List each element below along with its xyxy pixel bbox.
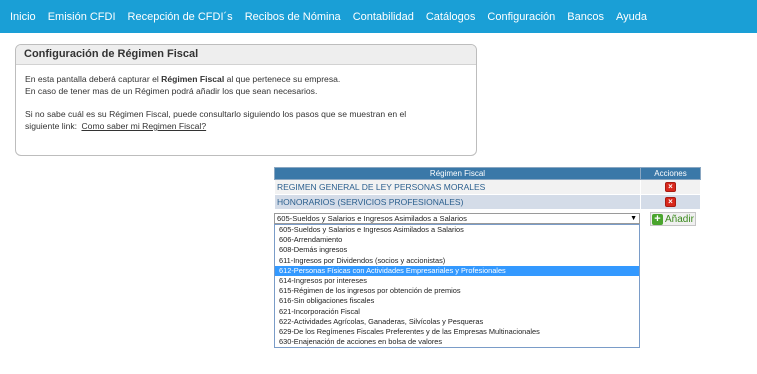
help-link-line: siguiente link: Como saber mi Regimen Fi…	[25, 120, 466, 132]
nav-contabilidad[interactable]: Contabilidad	[347, 11, 420, 23]
add-button-label: Añadir	[665, 213, 694, 225]
nav-recibos-nomina[interactable]: Recibos de Nómina	[239, 11, 347, 23]
nav-emision-cfdi[interactable]: Emisión CFDI	[42, 11, 122, 23]
intro-text-pre: En esta pantalla deberá capturar el	[25, 74, 162, 84]
intro-line: En esta pantalla deberá capturar el Régi…	[25, 73, 466, 85]
help-link-prefix: siguiente link:	[25, 121, 78, 131]
dropdown-option[interactable]: 629-De los Regímenes Fiscales Preferente…	[275, 327, 639, 337]
dropdown-option[interactable]: 614-Ingresos por intereses	[275, 276, 639, 286]
regimen-select-value: 605-Sueldos y Salarios e Ingresos Asimil…	[277, 214, 467, 223]
delete-icon[interactable]: ×	[665, 182, 676, 193]
dropdown-option[interactable]: 615-Régimen de los ingresos por obtenció…	[275, 286, 639, 296]
nav-configuracion[interactable]: Configuración	[481, 11, 561, 23]
plus-icon: +	[652, 213, 663, 225]
dropdown-option[interactable]: 616-Sin obligaciones fiscales	[275, 296, 639, 306]
panel-body: En esta pantalla deberá capturar el Régi…	[16, 65, 476, 132]
delete-icon[interactable]: ×	[665, 197, 676, 208]
dropdown-option[interactable]: 612-Personas Físicas con Actividades Emp…	[275, 265, 639, 276]
nav-ayuda[interactable]: Ayuda	[610, 11, 653, 23]
help-note: Si no sabe cuál es su Régimen Fiscal, pu…	[25, 109, 407, 119]
dropdown-option[interactable]: 608-Demás ingresos	[275, 245, 639, 255]
table-row: REGIMEN GENERAL DE LEY PERSONAS MORALES …	[274, 179, 701, 195]
nav-inicio[interactable]: Inicio	[4, 11, 42, 23]
dropdown-option[interactable]: 605-Sueldos y Salarios e Ingresos Asimil…	[275, 225, 639, 235]
row-actions: ×	[640, 179, 701, 195]
dropdown-option[interactable]: 606-Arrendamiento	[275, 235, 639, 245]
column-header-acciones: Acciones	[640, 167, 701, 180]
dropdown-option[interactable]: 622-Actividades Agrícolas, Ganaderas, Si…	[275, 317, 639, 327]
intro-text-bold: Régimen Fiscal	[161, 74, 225, 84]
top-nav: Inicio Emisión CFDI Recepción de CFDI´s …	[0, 0, 757, 33]
dropdown-option[interactable]: 630-Enajenación de acciones en bolsa de …	[275, 337, 639, 347]
dropdown-option[interactable]: 611-Ingresos por Dividendos (socios y ac…	[275, 256, 639, 266]
chevron-down-icon[interactable]: ▼	[630, 215, 637, 222]
regimen-table: Régimen Fiscal Acciones REGIMEN GENERAL …	[274, 167, 701, 210]
multi-regimen-note: En caso de tener mas de un Régimen podrá…	[25, 86, 318, 96]
help-link[interactable]: Como saber mi Regimen Fiscal?	[81, 121, 206, 131]
column-header-regimen: Régimen Fiscal	[274, 167, 641, 180]
regimen-name: REGIMEN GENERAL DE LEY PERSONAS MORALES	[274, 179, 641, 195]
regimen-select[interactable]: 605-Sueldos y Salarios e Ingresos Asimil…	[274, 213, 640, 224]
nav-recepcion-cfdis[interactable]: Recepción de CFDI´s	[122, 11, 239, 23]
table-row: HONORARIOS (SERVICIOS PROFESIONALES) ×	[274, 194, 701, 210]
regimen-name: HONORARIOS (SERVICIOS PROFESIONALES)	[274, 194, 641, 210]
intro-text-post: al que pertenece su empresa.	[224, 74, 341, 84]
add-button[interactable]: + Añadir	[650, 212, 696, 226]
info-panel: Configuración de Régimen Fiscal En esta …	[15, 44, 477, 156]
row-actions: ×	[640, 194, 701, 210]
nav-catalogos[interactable]: Catálogos	[420, 11, 482, 23]
nav-bancos[interactable]: Bancos	[561, 11, 610, 23]
panel-title: Configuración de Régimen Fiscal	[16, 45, 476, 65]
regimen-dropdown-list: 605-Sueldos y Salarios e Ingresos Asimil…	[274, 224, 640, 348]
dropdown-option[interactable]: 621-Incorporación Fiscal	[275, 307, 639, 317]
